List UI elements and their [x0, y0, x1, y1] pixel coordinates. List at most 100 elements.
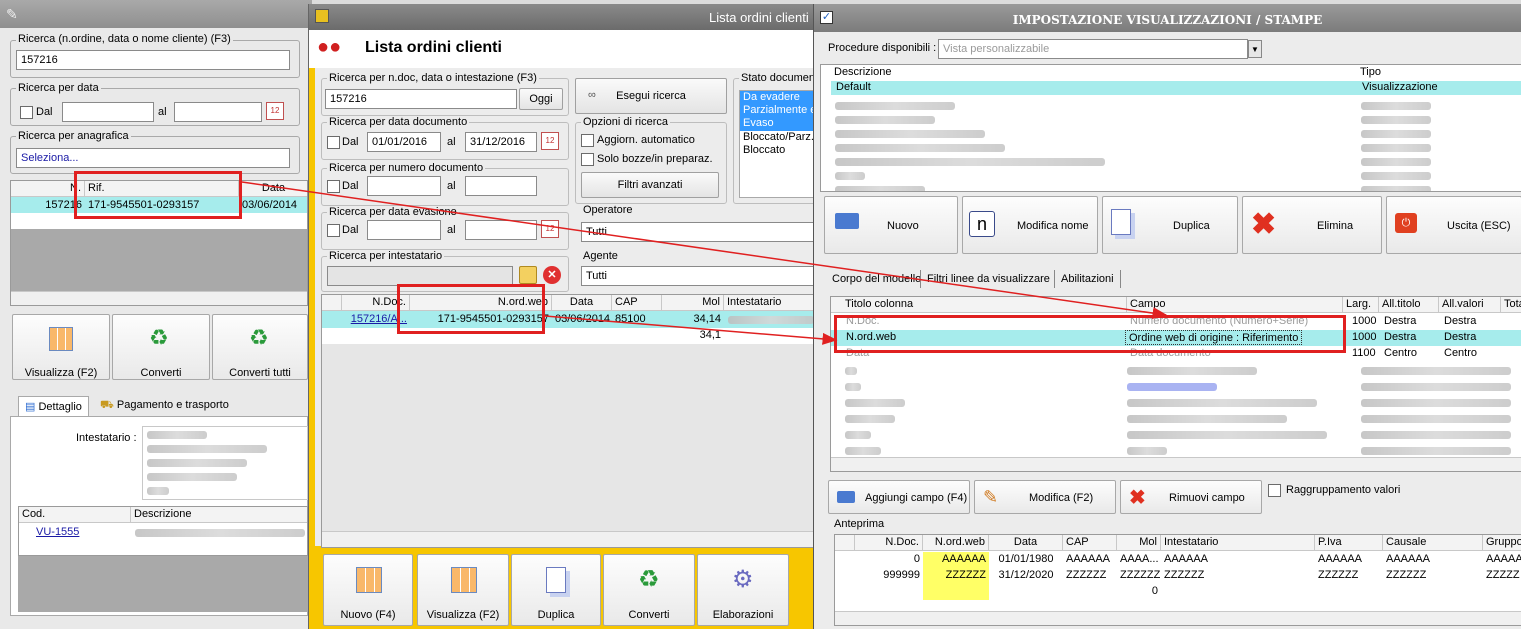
- raggruppamento-checkbox[interactable]: [1268, 484, 1281, 497]
- anagrafica-select[interactable]: Seleziona...: [16, 148, 290, 168]
- aggiorn-checkbox[interactable]: [581, 134, 594, 147]
- col-header-campo[interactable]: Campo: [1127, 297, 1343, 313]
- nuovo-view-button[interactable]: Nuovo: [824, 196, 958, 254]
- numero-dal-label: Dal: [342, 180, 359, 192]
- calendar-icon[interactable]: 12: [541, 220, 559, 238]
- rimuovi-campo-button[interactable]: ✖ Rimuovi campo: [1120, 480, 1262, 514]
- col-header-titolo[interactable]: Titolo colonna: [831, 297, 1127, 313]
- data-doc-dal-checkbox[interactable]: [327, 136, 340, 149]
- views-header-tipo[interactable]: Tipo: [1357, 65, 1521, 81]
- tab-corpo[interactable]: Corpo del modello: [826, 270, 927, 288]
- stato-item[interactable]: Bloccato: [740, 144, 788, 157]
- agente-select[interactable]: Tutti: [581, 266, 818, 286]
- modifica-campo-button[interactable]: ✎ Modifica (F2): [974, 480, 1116, 514]
- middle-grid-header-cap[interactable]: CAP: [612, 295, 662, 311]
- modifica-nome-button[interactable]: n Modifica nome: [962, 196, 1098, 254]
- left-grid-header-data[interactable]: Data: [239, 181, 307, 197]
- esegui-ricerca-button[interactable]: ∞ Esegui ricerca: [575, 78, 727, 114]
- search-input[interactable]: 157216: [16, 50, 290, 70]
- filtri-avanzati-button[interactable]: Filtri avanzati: [581, 172, 719, 198]
- clear-icon[interactable]: ✕: [543, 266, 561, 284]
- tab-dettaglio[interactable]: ▤ Dettaglio: [18, 396, 89, 416]
- col-header-alltitolo[interactable]: All.titolo: [1379, 297, 1439, 313]
- nuovo-button[interactable]: Nuovo (F4): [323, 554, 413, 626]
- calendar-icon[interactable]: 12: [266, 102, 284, 120]
- middle-grid-header-nordweb[interactable]: N.ord.web: [410, 295, 552, 311]
- numero-from-input[interactable]: [367, 176, 441, 196]
- middle-grid-header-mol[interactable]: Mol: [662, 295, 724, 311]
- converti-button[interactable]: ♻ Converti: [603, 554, 695, 626]
- stato-item[interactable]: Parzialmente ev.: [740, 104, 818, 117]
- date-from-input[interactable]: [62, 102, 154, 122]
- left-grid-scrollbar[interactable]: [11, 291, 307, 305]
- tab-filtri[interactable]: Filtri linee da visualizzare: [920, 270, 1056, 288]
- duplica-view-button[interactable]: Duplica: [1102, 196, 1238, 254]
- stato-item[interactable]: Evaso: [740, 117, 777, 130]
- left-grid-header-n[interactable]: N.: [11, 181, 85, 197]
- preview-r1-ndoc: 0: [913, 553, 920, 565]
- col-header-tota[interactable]: Tota: [1501, 297, 1521, 313]
- evasione-from-input[interactable]: [367, 220, 441, 240]
- operatore-select[interactable]: Tutti: [581, 222, 818, 242]
- exit-icon: ⏻: [1395, 213, 1417, 233]
- stato-list[interactable]: Da evadere Parzialmente ev. Evaso Blocca…: [739, 90, 818, 198]
- aggiungi-campo-label: Aggiungi campo (F4): [865, 492, 968, 504]
- binoculars-icon: ∞: [588, 89, 596, 101]
- dal-checkbox[interactable]: [20, 106, 33, 119]
- window-icon: [315, 9, 329, 23]
- duplica-button[interactable]: Duplica: [511, 554, 601, 626]
- evasione-dal-checkbox[interactable]: [327, 224, 340, 237]
- calendar-icon[interactable]: 12: [541, 132, 559, 150]
- preview-r1-data: 01/01/1980: [998, 553, 1054, 565]
- middle-grid-scrollbar[interactable]: [322, 531, 818, 547]
- views-header-descrizione[interactable]: Descrizione: [831, 65, 1363, 81]
- new-grid-icon: [356, 567, 382, 593]
- middle-grid-header-ndoc[interactable]: N.Doc.: [342, 295, 410, 311]
- detail-icon: ▤: [25, 401, 36, 413]
- dal-label: Dal: [36, 106, 53, 118]
- stato-item[interactable]: Bloccato/Parz.e: [740, 131, 818, 144]
- converti-button[interactable]: ♻ Converti: [112, 314, 210, 380]
- evasione-to-input[interactable]: [465, 220, 537, 240]
- tab-dettaglio-label: Dettaglio: [38, 401, 82, 413]
- converti-tutti-button[interactable]: ♻ Converti tutti: [212, 314, 308, 380]
- descrizione-header[interactable]: Descrizione: [131, 507, 307, 523]
- left-grid-header-rif[interactable]: Rif.: [85, 181, 239, 197]
- visualizza-button[interactable]: Visualizza (F2): [12, 314, 110, 380]
- col-row-campo: Data documento: [1130, 347, 1211, 359]
- chevron-down-icon[interactable]: ▼: [1248, 40, 1262, 58]
- numero-dal-checkbox[interactable]: [327, 180, 340, 193]
- tab-pagamento[interactable]: ⛟ Pagamento e trasporto: [94, 396, 235, 416]
- columns-grid-scrollbar[interactable]: [831, 457, 1521, 471]
- middle-titlebar-text: Lista ordini clienti: [709, 10, 809, 25]
- uscita-button[interactable]: ⏻ Uscita (ESC): [1386, 196, 1521, 254]
- middle-search-input[interactable]: 157216: [325, 89, 517, 109]
- date-to-input[interactable]: 31/12/2016: [465, 132, 537, 152]
- date-to-input[interactable]: [174, 102, 262, 122]
- cod-link[interactable]: VU-1555: [33, 525, 82, 541]
- oggi-button[interactable]: Oggi: [519, 88, 563, 110]
- elimina-button[interactable]: ✖ Elimina: [1242, 196, 1382, 254]
- bozze-checkbox[interactable]: [581, 153, 594, 166]
- middle-cell-ndoc[interactable]: 157216/A...: [342, 312, 410, 328]
- procedure-select[interactable]: Vista personalizzabile: [938, 39, 1248, 59]
- stato-item[interactable]: Da evadere: [740, 91, 803, 104]
- col-row-larg: 1000: [1352, 331, 1377, 343]
- gears-icon: ⚙: [732, 566, 754, 593]
- numero-to-input[interactable]: [465, 176, 537, 196]
- middle-grid-header-intestatario[interactable]: Intestatario: [724, 295, 818, 311]
- tab-abilitazioni[interactable]: Abilitazioni: [1054, 270, 1121, 288]
- date-from-input[interactable]: 01/01/2016: [367, 132, 441, 152]
- col-header-larg[interactable]: Larg.: [1343, 297, 1379, 313]
- cod-header[interactable]: Cod.: [19, 507, 131, 523]
- middle-grid-header-data[interactable]: Data: [552, 295, 612, 311]
- col-header-allvalori[interactable]: All.valori: [1439, 297, 1501, 313]
- folder-icon[interactable]: [519, 266, 537, 284]
- elaborazioni-button[interactable]: ⚙ Elaborazioni: [697, 554, 789, 626]
- visualizza-button[interactable]: Visualizza (F2): [417, 554, 509, 626]
- preview-grid-scrollbar[interactable]: [835, 611, 1521, 625]
- intestatario-input[interactable]: [327, 266, 513, 286]
- preview-header-gruppo: Gruppo: [1483, 535, 1521, 551]
- aggiungi-campo-button[interactable]: Aggiungi campo (F4): [828, 480, 970, 514]
- middle-grid-header[interactable]: [322, 295, 342, 311]
